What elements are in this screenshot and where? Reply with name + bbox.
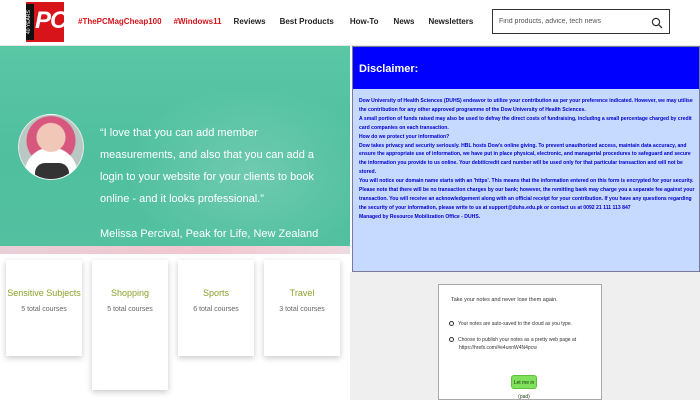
course-card-shopping[interactable]: Shopping 5 total courses: [92, 260, 168, 390]
let-me-in-button[interactable]: Let me in (pad): [511, 375, 537, 400]
disclaimer-paragraph: A small portion of funds raised may also…: [359, 115, 692, 131]
course-count: 5 total courses: [21, 306, 67, 313]
testimonial-quote: “I love that you can add member measurem…: [100, 127, 315, 205]
notes-widget: Take your notes and never lose them agai…: [438, 284, 602, 400]
course-count: 5 total courses: [107, 306, 153, 313]
nav-link-reviews[interactable]: Reviews: [234, 17, 266, 26]
course-title: Sports: [202, 288, 229, 298]
disclaimer-paragraph: Please note that there will be no transa…: [359, 187, 695, 211]
disclaimer-paragraph: Dow takes privacy and security seriously…: [359, 142, 691, 176]
search-input[interactable]: [493, 10, 643, 33]
notes-item-publish: Choose to publish your notes as a pretty…: [449, 337, 576, 343]
nav-link-how-to[interactable]: How-To: [350, 17, 379, 26]
avatar-jacket: [35, 163, 69, 179]
notes-item-text: Your notes are auto-saved to the cloud a…: [458, 321, 573, 327]
banner-divider: [0, 246, 350, 254]
logo-badge: 40 YEARS: [26, 4, 34, 40]
disclaimer-body: Dow University of Health Sciences (DUHS)…: [353, 89, 699, 271]
notes-heading: Take your notes and never lose them agai…: [451, 297, 558, 303]
pcmag-logo[interactable]: 40 YEARS PC: [26, 2, 67, 42]
bullet-icon: [449, 337, 454, 343]
nav-link-best-products[interactable]: Best Products: [280, 17, 334, 26]
notes-item-autosave: Your notes are auto-saved to the cloud a…: [449, 321, 572, 327]
bullet-icon: [449, 321, 454, 327]
search-icon[interactable]: [651, 16, 663, 29]
disclaimer-paragraph: Dow University of Health Sciences (DUHS)…: [359, 98, 693, 113]
course-card-sensitive-subjects[interactable]: Sensitive Subjects 5 total courses: [6, 260, 82, 356]
nav-links: #ThePCMagCheap100 #Windows11 Reviews Bes…: [78, 17, 473, 26]
disclaimer-paragraph: Managed by Resource Mobilization Office …: [359, 213, 481, 220]
search-box: [492, 9, 670, 34]
top-nav: 40 YEARS PC #ThePCMagCheap100 #Windows11…: [0, 0, 700, 46]
notes-item-text: Choose to publish your notes as a pretty…: [458, 337, 577, 343]
logo-text: PC: [35, 7, 67, 34]
course-card-sports[interactable]: Sports 6 total courses: [178, 260, 254, 356]
course-cards: Sensitive Subjects 5 total courses Shopp…: [0, 254, 350, 400]
testimonial-author: Melissa Percival, Peak for Life, New Zea…: [100, 228, 319, 240]
nav-link-newsletters[interactable]: Newsletters: [428, 17, 473, 26]
avatar: [18, 114, 84, 180]
notes-item-url[interactable]: https://hrefs.com/#e4unnW4N4pcw: [459, 345, 537, 351]
course-title: Travel: [289, 288, 315, 298]
testimonial-banner: “I love that you can add member measurem…: [0, 46, 350, 246]
nav-link-cheap100[interactable]: #ThePCMagCheap100: [78, 17, 162, 26]
course-count: 6 total courses: [193, 306, 239, 313]
disclaimer-paragraph: How do we protect your information?: [359, 133, 450, 140]
nav-link-news[interactable]: News: [394, 17, 415, 26]
disclaimer-title: Disclaimer:: [353, 47, 699, 89]
course-count: 3 total courses: [279, 306, 325, 313]
course-title: Sensitive Subjects: [7, 288, 81, 298]
course-title: Shopping: [110, 288, 150, 298]
nav-link-windows11[interactable]: #Windows11: [174, 17, 222, 26]
course-card-travel[interactable]: Travel 3 total courses: [264, 260, 340, 356]
disclaimer-paragraph: You will notice our domain name starts w…: [359, 178, 694, 185]
page: { "nav": { "logo_text": "PC", "logo_badg…: [0, 0, 700, 400]
disclaimer-panel: Disclaimer: Dow University of Health Sci…: [352, 46, 700, 272]
